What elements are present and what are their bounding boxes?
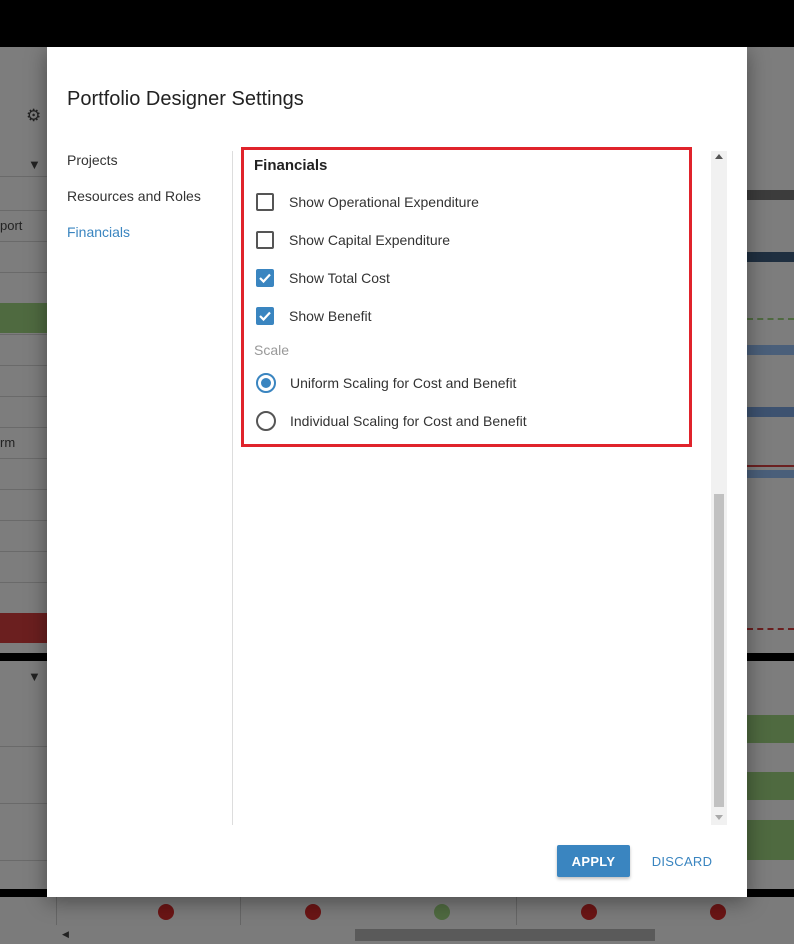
status-dot [305, 904, 321, 920]
checkbox-show-operational-expenditure[interactable]: Show Operational Expenditure [256, 192, 479, 212]
checkbox-show-benefit[interactable]: Show Benefit [256, 306, 372, 326]
bg-row-line [0, 334, 47, 335]
radio-label: Individual Scaling for Cost and Benefit [290, 413, 527, 429]
bg-gantt-bar [747, 407, 794, 417]
settings-nav: Projects Resources and Roles Financials [67, 151, 227, 259]
bg-gantt-bar [747, 190, 794, 200]
checkbox-label: Show Benefit [289, 308, 372, 324]
radio-uniform-scaling[interactable]: Uniform Scaling for Cost and Benefit [256, 373, 516, 393]
checkbox-box[interactable] [256, 269, 274, 287]
bg-horizontal-scrollbar [355, 929, 655, 941]
bg-row-line [0, 241, 47, 242]
bg-row-line [0, 860, 47, 861]
apply-button[interactable]: APPLY [557, 845, 630, 877]
checkbox-box[interactable] [256, 307, 274, 325]
scroll-left-icon: ◀ [62, 929, 69, 939]
radio-label: Uniform Scaling for Cost and Benefit [290, 375, 517, 391]
bg-gantt-line [747, 318, 794, 320]
bg-row-line [0, 520, 47, 521]
bg-row-text: port [0, 218, 23, 233]
status-dot [158, 904, 174, 920]
bg-row-line [0, 803, 47, 804]
bg-gantt-bar [747, 252, 794, 262]
bg-gantt-bar [747, 345, 794, 355]
financials-section: Financials Show Operational Expenditure … [241, 147, 692, 447]
gear-icon: ⚙ [26, 106, 42, 125]
scale-label: Scale [254, 342, 290, 358]
discard-button[interactable]: DISCARD [645, 845, 719, 877]
bg-separator [516, 897, 517, 925]
bg-separator [56, 897, 57, 925]
scroll-down-icon[interactable] [715, 815, 723, 820]
checkbox-show-capital-expenditure[interactable]: Show Capital Expenditure [256, 230, 450, 250]
status-dot [710, 904, 726, 920]
bg-green-bar [0, 303, 47, 333]
radio-button[interactable] [256, 373, 276, 393]
bg-separator [240, 897, 241, 925]
filter-icon: ▼ [28, 669, 41, 684]
checkbox-label: Show Operational Expenditure [289, 194, 479, 210]
status-dot [434, 904, 450, 920]
bg-row-line [0, 365, 47, 366]
bg-gantt-bar [747, 772, 794, 800]
radio-individual-scaling[interactable]: Individual Scaling for Cost and Benefit [256, 411, 527, 431]
scroll-up-icon[interactable] [715, 154, 723, 159]
nav-divider [232, 151, 233, 825]
bg-gantt-line [747, 465, 794, 467]
bg-row-line [0, 746, 47, 747]
nav-item-financials[interactable]: Financials [67, 223, 227, 259]
bg-row-line [0, 396, 47, 397]
radio-button[interactable] [256, 411, 276, 431]
checkbox-box[interactable] [256, 193, 274, 211]
nav-item-resources-and-roles[interactable]: Resources and Roles [67, 187, 227, 223]
app-topbar [0, 0, 794, 47]
checkbox-label: Show Total Cost [289, 270, 390, 286]
checkbox-show-total-cost[interactable]: Show Total Cost [256, 268, 390, 288]
bg-gantt-bar [747, 820, 794, 860]
checkbox-box[interactable] [256, 231, 274, 249]
bg-gantt-line [747, 628, 794, 630]
bg-row-line [0, 458, 47, 459]
scroll-thumb[interactable] [714, 494, 724, 807]
settings-dialog: Portfolio Designer Settings Projects Res… [47, 47, 747, 897]
bg-row-line [0, 489, 47, 490]
bg-row-line [0, 210, 47, 211]
status-dot [581, 904, 597, 920]
nav-item-projects[interactable]: Projects [67, 151, 227, 187]
bg-row-line [0, 582, 47, 583]
vertical-scrollbar[interactable] [711, 151, 727, 825]
bg-row-line [0, 427, 47, 428]
bg-row-line [0, 551, 47, 552]
bg-row-line [0, 176, 47, 177]
bg-row-text: rm [0, 435, 16, 450]
checkbox-label: Show Capital Expenditure [289, 232, 451, 248]
filter-icon: ▼ [28, 157, 41, 172]
bg-gantt-bar [747, 715, 794, 743]
bg-row-line [0, 272, 47, 273]
dialog-title: Portfolio Designer Settings [67, 88, 304, 110]
bg-gantt-bar [747, 470, 794, 478]
section-title: Financials [254, 157, 328, 174]
bg-red-bar [0, 613, 47, 643]
